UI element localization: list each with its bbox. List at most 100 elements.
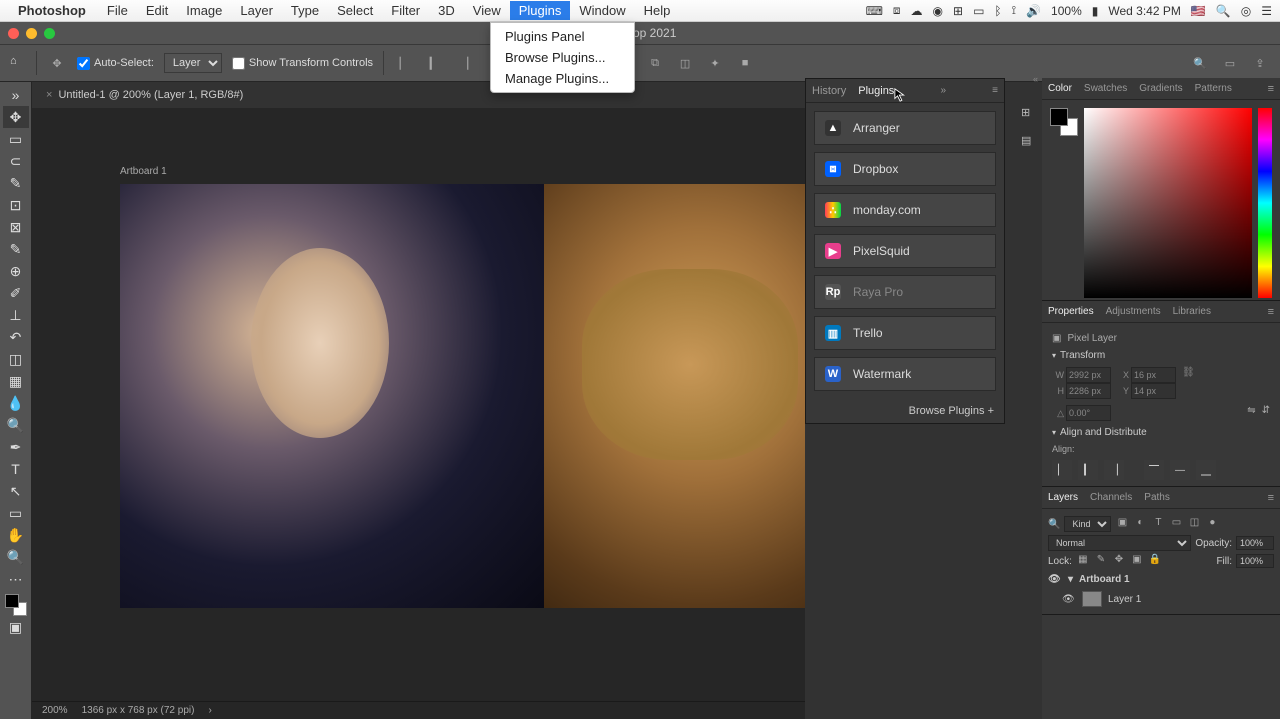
tab-channels[interactable]: Channels [1090, 492, 1132, 503]
cc-icon[interactable]: ⊞ [953, 4, 963, 18]
tool-collapse-icon[interactable]: » [3, 84, 29, 106]
filter-kind-select[interactable]: Kind [1064, 516, 1111, 532]
status-disclosure-icon[interactable]: › [208, 705, 211, 716]
menu-plugins[interactable]: Plugins [510, 1, 571, 20]
lock-all-icon[interactable]: 🔒 [1148, 554, 1162, 568]
3d-mode-icon[interactable]: ⧉ [645, 53, 665, 73]
dropdown-plugins-panel[interactable]: Plugins Panel [491, 26, 634, 47]
blend-mode-select[interactable]: Normal [1048, 535, 1191, 551]
dropbox-menu-icon[interactable]: ⧈ [893, 3, 901, 18]
align-right-icon[interactable]: ▕ [454, 53, 474, 73]
spotlight-icon[interactable]: 🔍 [1216, 4, 1231, 18]
hue-slider[interactable] [1258, 108, 1272, 298]
orbit-icon[interactable]: ✦ [705, 53, 725, 73]
tab-color[interactable]: Color [1048, 83, 1072, 94]
tab-patterns[interactable]: Patterns [1195, 83, 1232, 94]
opacity-input[interactable] [1236, 536, 1274, 550]
tab-gradients[interactable]: Gradients [1139, 83, 1182, 94]
panel-menu-icon[interactable]: ≡ [1268, 492, 1274, 504]
section-align[interactable]: Align and Distribute [1052, 427, 1270, 438]
volume-icon[interactable]: 🔊 [1026, 4, 1041, 18]
siri-icon[interactable]: ◎ [1241, 4, 1251, 18]
menu-window[interactable]: Window [570, 1, 634, 20]
flip-vertical-icon[interactable]: ⇵ [1262, 405, 1270, 421]
notification-icon[interactable]: ☰ [1261, 4, 1272, 18]
battery-percent[interactable]: 100% [1051, 4, 1082, 18]
cloud-icon[interactable]: ☁ [911, 4, 923, 18]
browse-plugins-link[interactable]: Browse Plugins + [806, 399, 1004, 423]
menu-view[interactable]: View [464, 1, 510, 20]
close-tab-icon[interactable]: × [46, 89, 52, 101]
visibility-toggle-icon[interactable]: 👁 [1048, 574, 1062, 585]
menu-filter[interactable]: Filter [382, 1, 429, 20]
filter-search-icon[interactable]: 🔍 [1048, 519, 1060, 530]
transform-angle[interactable] [1066, 405, 1111, 421]
wifi-icon[interactable]: ⟟ [1012, 3, 1016, 18]
canvas-area[interactable]: Artboard 1 [32, 108, 805, 701]
tab-properties[interactable]: Properties [1048, 306, 1094, 317]
panels-collapse-icon[interactable]: « [1033, 74, 1038, 84]
show-transform-input[interactable] [232, 57, 245, 70]
quickkeys-icon[interactable]: ⌨ [866, 4, 883, 18]
lock-transparency-icon[interactable]: ▦ [1076, 554, 1090, 568]
home-icon[interactable]: ⌂ [10, 55, 26, 71]
minimize-window-button[interactable] [26, 28, 37, 39]
zoom-level[interactable]: 200% [42, 705, 68, 716]
plugin-watermark[interactable]: W Watermark [814, 357, 996, 391]
filter-adjust-icon[interactable]: ◐ [1133, 517, 1147, 531]
tab-libraries[interactable]: Libraries [1173, 306, 1211, 317]
menu-type[interactable]: Type [282, 1, 328, 20]
align-left-icon[interactable]: ▏ [394, 53, 414, 73]
layer-row-layer1[interactable]: 👁 Layer 1 [1048, 588, 1274, 610]
flag-icon[interactable]: 🇺🇸 [1191, 4, 1206, 18]
align-center-h-icon[interactable]: ▎ [424, 53, 444, 73]
maximize-window-button[interactable] [44, 28, 55, 39]
tab-history[interactable]: History [812, 85, 846, 97]
align-left-button[interactable]: ▏ [1052, 460, 1072, 480]
canvas[interactable] [120, 184, 805, 608]
lock-position-icon[interactable]: ✥ [1112, 554, 1126, 568]
plugin-pixelsquid[interactable]: ▶ PixelSquid [814, 234, 996, 268]
plugin-arranger[interactable]: ▲ Arranger [814, 111, 996, 145]
mask-icon[interactable]: ◫ [675, 53, 695, 73]
auto-select-target[interactable]: Layer [164, 53, 222, 73]
share-icon[interactable]: ⇪ [1250, 53, 1270, 73]
panel-collapse-icon[interactable]: » [940, 85, 946, 96]
show-transform-checkbox[interactable]: Show Transform Controls [232, 57, 373, 70]
menu-3d[interactable]: 3D [429, 1, 464, 20]
flip-horizontal-icon[interactable]: ⇋ [1247, 405, 1255, 421]
document-tab[interactable]: × Untitled-1 @ 200% (Layer 1, RGB/8#) [36, 84, 253, 106]
filter-toggle-icon[interactable]: ● [1205, 517, 1219, 531]
plugin-raya-pro[interactable]: Rp Raya Pro [814, 275, 996, 309]
menu-file[interactable]: File [98, 1, 137, 20]
strip-panel-icon-2[interactable]: ▤ [1021, 134, 1039, 152]
sync-icon[interactable]: ◉ [933, 4, 943, 18]
layer-artboard-row[interactable]: 👁 ▾ Artboard 1 [1048, 571, 1274, 588]
tab-paths[interactable]: Paths [1144, 492, 1170, 503]
transform-width[interactable] [1066, 367, 1111, 383]
transform-height[interactable] [1066, 383, 1111, 399]
plugin-monday[interactable]: ∴ monday.com [814, 193, 996, 227]
tab-plugins[interactable]: Plugins [858, 85, 894, 97]
workspace-icon[interactable]: ▭ [1220, 53, 1240, 73]
artboard-disclosure-icon[interactable]: ▾ [1068, 574, 1073, 585]
plugin-dropbox[interactable]: ⧈ Dropbox [814, 152, 996, 186]
fg-color-swatch[interactable] [1050, 108, 1068, 126]
clock[interactable]: Wed 3:42 PM [1108, 4, 1180, 18]
dropdown-browse-plugins[interactable]: Browse Plugins... [491, 47, 634, 68]
panel-menu-icon[interactable]: ≡ [1268, 83, 1274, 95]
color-field[interactable] [1084, 108, 1252, 298]
strip-panel-icon-1[interactable]: ⊞ [1021, 106, 1039, 124]
menu-image[interactable]: Image [177, 1, 231, 20]
tab-adjustments[interactable]: Adjustments [1106, 306, 1161, 317]
align-right-button[interactable]: ▕ [1104, 460, 1124, 480]
plugin-trello[interactable]: ▥ Trello [814, 316, 996, 350]
doc-dimensions[interactable]: 1366 px x 768 px (72 ppi) [82, 705, 195, 716]
panel-menu-icon[interactable]: ≡ [992, 85, 998, 96]
menu-edit[interactable]: Edit [137, 1, 177, 20]
tab-swatches[interactable]: Swatches [1084, 83, 1127, 94]
tab-layers[interactable]: Layers [1048, 492, 1078, 503]
filter-shape-icon[interactable]: ▭ [1169, 517, 1183, 531]
transform-y[interactable] [1131, 383, 1176, 399]
visibility-toggle-icon[interactable]: 👁 [1062, 594, 1076, 605]
